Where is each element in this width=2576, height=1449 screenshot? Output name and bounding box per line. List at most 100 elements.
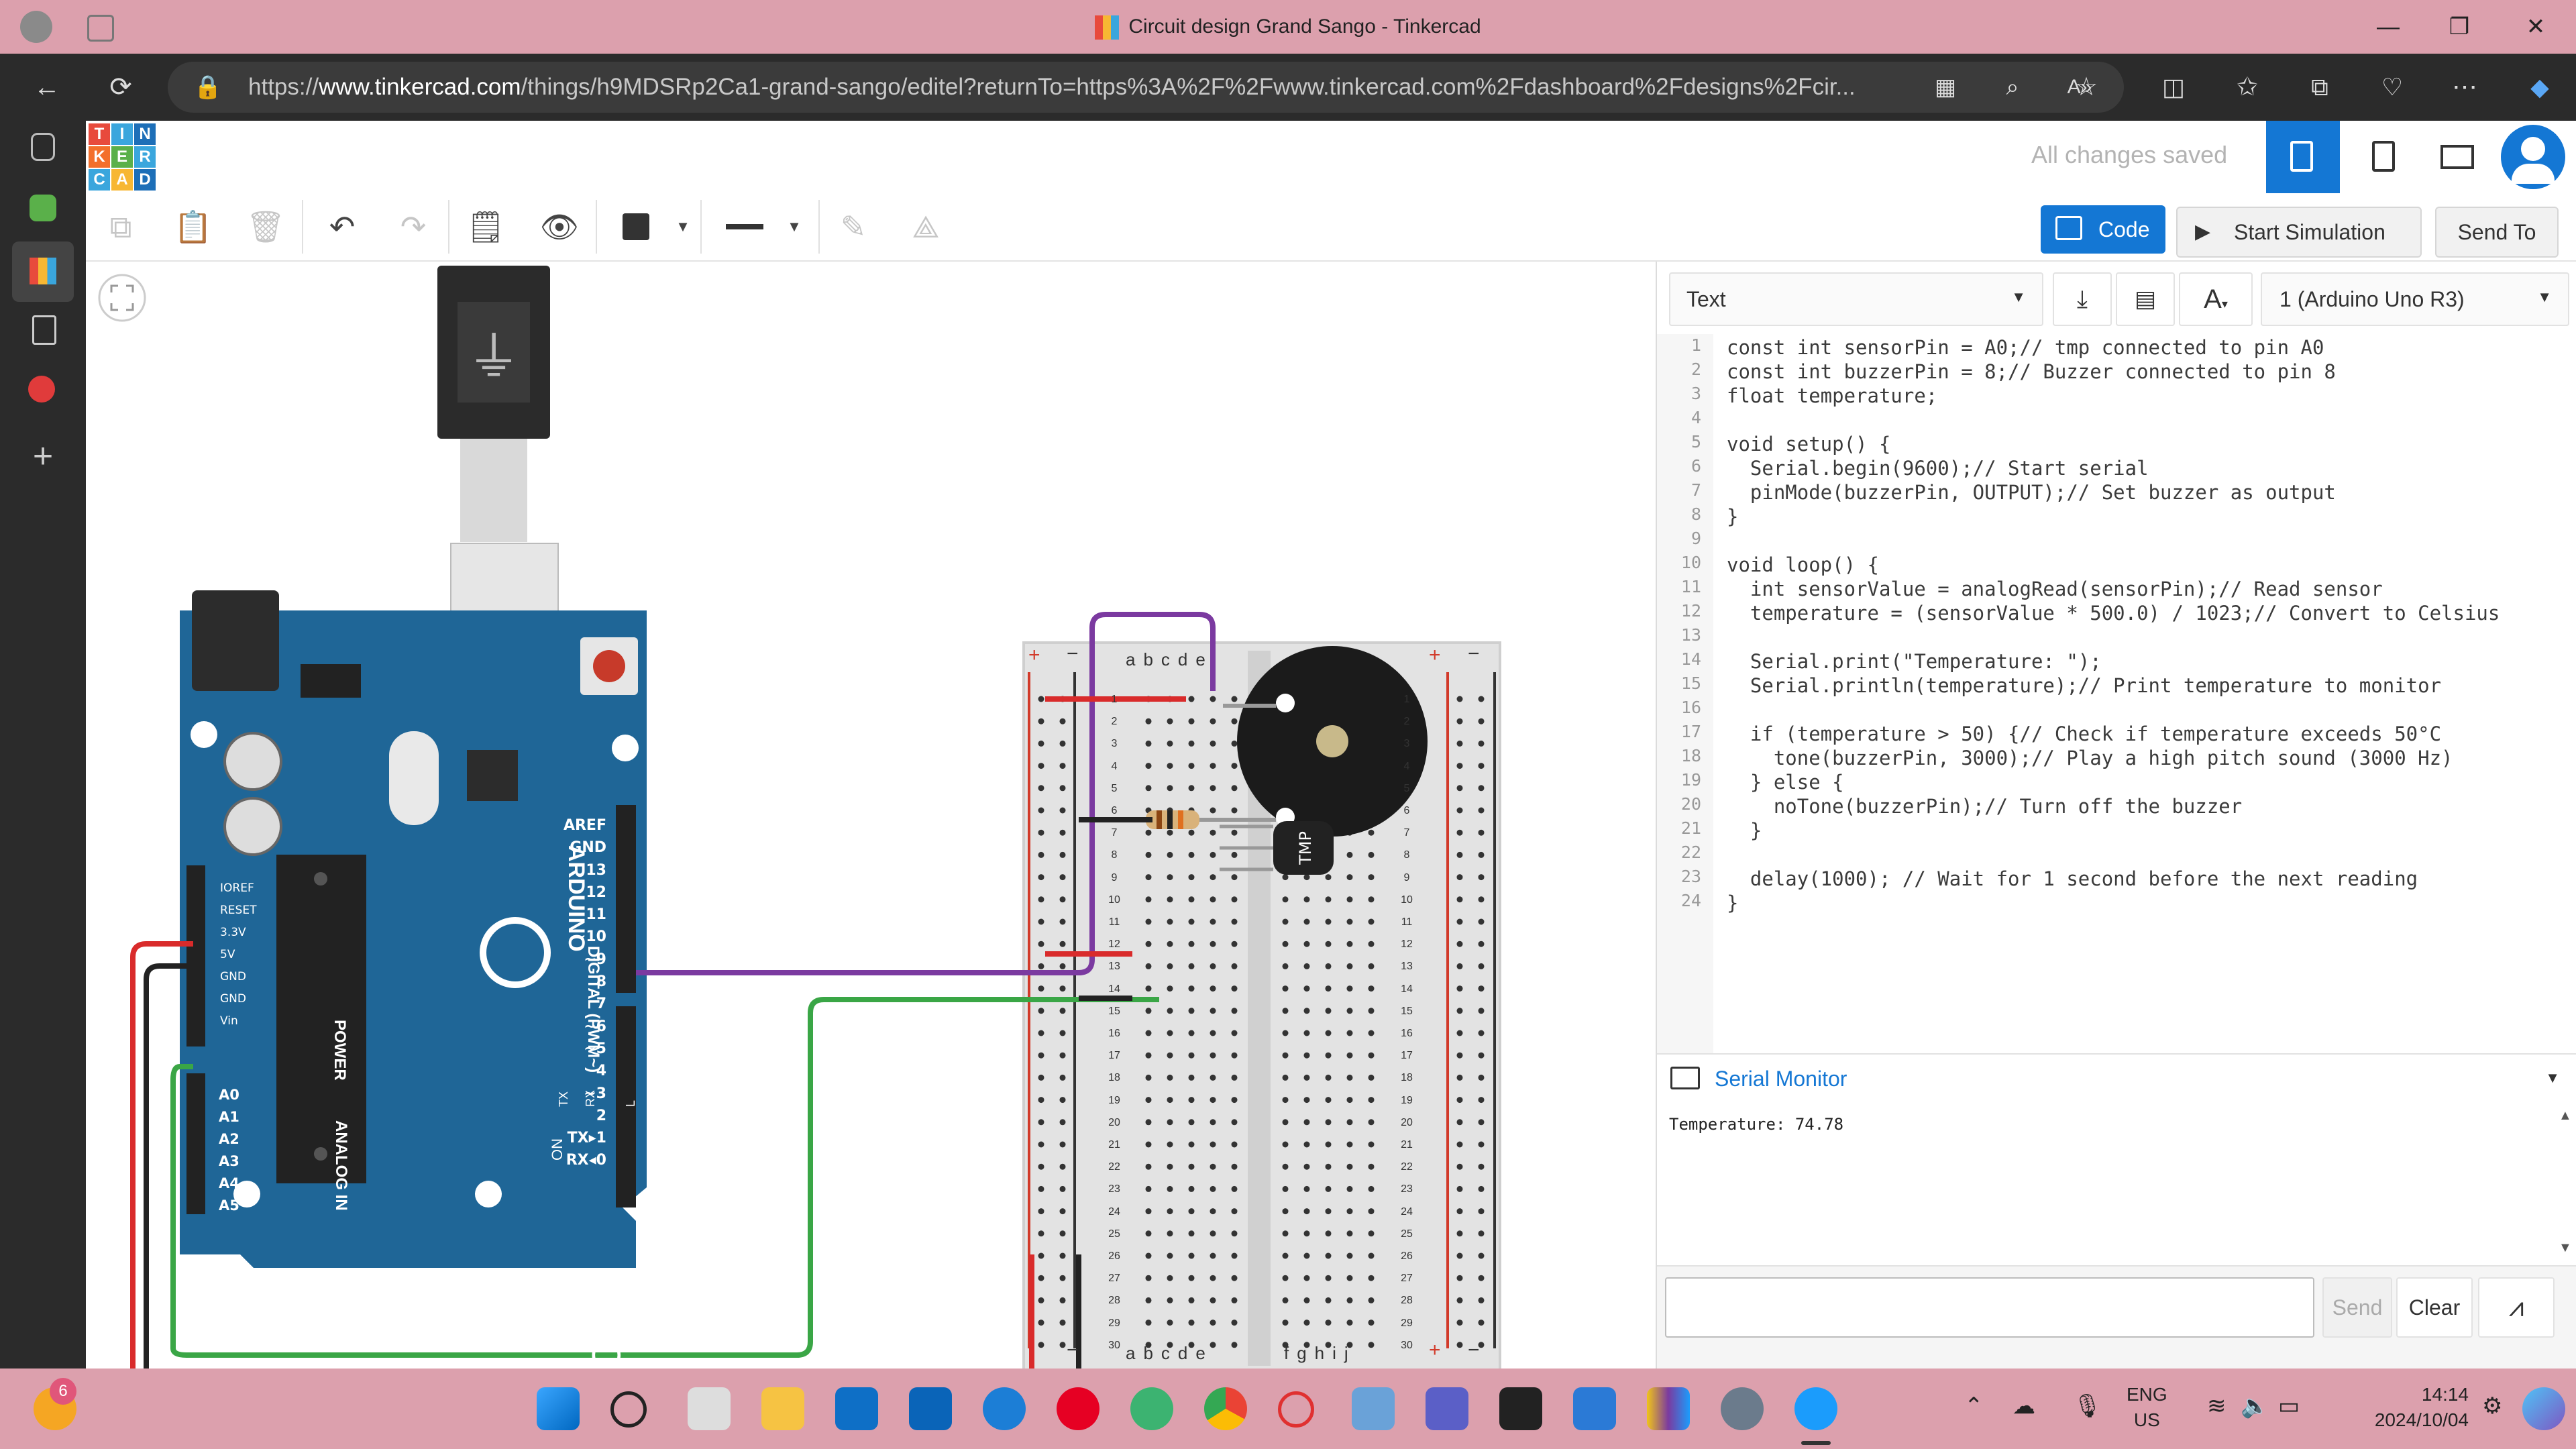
- breadboard-hole[interactable]: [1167, 763, 1173, 769]
- tab-tinkercad-green-icon[interactable]: [30, 195, 56, 221]
- breadboard-hole[interactable]: [1325, 1141, 1332, 1148]
- breadboard-hole[interactable]: [1325, 1097, 1332, 1104]
- breadboard-hole[interactable]: [1167, 1074, 1173, 1081]
- breadboard-hole[interactable]: [1282, 1208, 1289, 1215]
- breadboard-hole[interactable]: [1346, 1185, 1353, 1192]
- breadboard-hole[interactable]: [1167, 896, 1173, 903]
- breadboard-hole[interactable]: [1188, 1185, 1195, 1192]
- breadboard-hole[interactable]: [1188, 985, 1195, 992]
- more-menu-icon[interactable]: ⋯: [2445, 67, 2485, 107]
- color-swatch[interactable]: [623, 213, 649, 240]
- breadboard-hole[interactable]: [1478, 851, 1485, 858]
- tab-tinkercad-active[interactable]: [12, 241, 74, 302]
- breadboard-hole[interactable]: [1325, 1208, 1332, 1215]
- breadboard-hole[interactable]: [1282, 1052, 1289, 1059]
- breadboard-hole[interactable]: [1368, 874, 1375, 881]
- breadboard-hole[interactable]: [1059, 1275, 1066, 1281]
- breadboard-hole[interactable]: [1145, 874, 1152, 881]
- breadboard-hole[interactable]: [1478, 1141, 1485, 1148]
- breadboard-hole[interactable]: [1145, 829, 1152, 836]
- code-line[interactable]: temperature = (sensorValue * 500.0) / 10…: [1727, 601, 2572, 625]
- breadboard-hole[interactable]: [1059, 785, 1066, 792]
- battery-icon[interactable]: ▭: [2278, 1393, 2300, 1419]
- refresh-icon[interactable]: ⟳: [101, 67, 141, 107]
- breadboard-hole[interactable]: [1478, 1252, 1485, 1259]
- breadboard-hole[interactable]: [1231, 740, 1238, 747]
- breadboard-hole[interactable]: [1456, 1008, 1463, 1014]
- start-simulation-button[interactable]: ▶ Start Simulation: [2176, 207, 2422, 258]
- breadboard-hole[interactable]: [1282, 1297, 1289, 1303]
- breadboard-hole[interactable]: [1188, 1097, 1195, 1104]
- code-line[interactable]: const int buzzerPin = 8;// Buzzer connec…: [1727, 360, 2572, 384]
- breadboard-hole[interactable]: [1210, 1297, 1216, 1303]
- breadboard-hole[interactable]: [1456, 718, 1463, 724]
- breadboard-hole[interactable]: [1346, 1208, 1353, 1215]
- breadboard-hole[interactable]: [1231, 785, 1238, 792]
- breadboard-hole[interactable]: [1231, 1230, 1238, 1237]
- breadboard-hole[interactable]: [1038, 1252, 1044, 1259]
- breadboard-hole[interactable]: [1478, 963, 1485, 969]
- breadboard-hole[interactable]: [1038, 963, 1044, 969]
- breadboard-hole[interactable]: [1478, 1074, 1485, 1081]
- breadboard-hole[interactable]: [1145, 1097, 1152, 1104]
- minimize-button[interactable]: —: [2348, 0, 2428, 54]
- breadboard-hole[interactable]: [1145, 740, 1152, 747]
- code-button[interactable]: Code: [2041, 205, 2165, 254]
- breadboard-hole[interactable]: [1456, 851, 1463, 858]
- breadboard-hole[interactable]: [1145, 1275, 1152, 1281]
- breadboard-hole[interactable]: [1210, 896, 1216, 903]
- breadboard-hole[interactable]: [1368, 1119, 1375, 1126]
- breadboard-hole[interactable]: [1478, 1119, 1485, 1126]
- new-tab-plus-icon[interactable]: +: [23, 436, 63, 476]
- breadboard-hole[interactable]: [1368, 941, 1375, 947]
- settings-icon[interactable]: [1721, 1387, 1764, 1430]
- breadboard-hole[interactable]: [1303, 1252, 1310, 1259]
- breadboard-hole[interactable]: [1210, 740, 1216, 747]
- tinkercad-logo[interactable]: T I N K E R C A D: [89, 123, 156, 191]
- breadboard-hole[interactable]: [1188, 1230, 1195, 1237]
- breadboard-hole[interactable]: [1188, 763, 1195, 769]
- breadboard-hole[interactable]: [1038, 1320, 1044, 1326]
- breadboard-hole[interactable]: [1188, 896, 1195, 903]
- breadboard-hole[interactable]: [1231, 807, 1238, 814]
- breadboard-hole[interactable]: [1346, 985, 1353, 992]
- breadboard-hole[interactable]: [1167, 1275, 1173, 1281]
- breadboard-hole[interactable]: [1368, 1297, 1375, 1303]
- breadboard-hole[interactable]: [1059, 1185, 1066, 1192]
- breadboard-hole[interactable]: [1038, 1052, 1044, 1059]
- breadboard-hole[interactable]: [1346, 1074, 1353, 1081]
- breadboard-hole[interactable]: [1145, 941, 1152, 947]
- component-list-button[interactable]: [2420, 121, 2494, 193]
- close-button[interactable]: ✕: [2496, 0, 2576, 54]
- breadboard-hole[interactable]: [1145, 1185, 1152, 1192]
- breadboard-hole[interactable]: [1456, 941, 1463, 947]
- code-line[interactable]: [1727, 529, 2572, 553]
- breadboard-hole[interactable]: [1368, 896, 1375, 903]
- breadboard-hole[interactable]: [1059, 1230, 1066, 1237]
- breadboard-hole[interactable]: [1282, 1320, 1289, 1326]
- library-icon[interactable]: ▤: [2116, 272, 2175, 326]
- breadboard-hole[interactable]: [1346, 1297, 1353, 1303]
- breadboard-hole[interactable]: [1210, 1052, 1216, 1059]
- breadboard-hole[interactable]: [1456, 1141, 1463, 1148]
- breadboard-hole[interactable]: [1231, 1030, 1238, 1036]
- breadboard-hole[interactable]: [1188, 1275, 1195, 1281]
- breadboard-hole[interactable]: [1346, 1141, 1353, 1148]
- breadboard-hole[interactable]: [1368, 918, 1375, 925]
- breadboard-hole[interactable]: [1325, 1052, 1332, 1059]
- breadboard-hole[interactable]: [1038, 740, 1044, 747]
- user-avatar[interactable]: [2501, 125, 2565, 189]
- code-line[interactable]: noTone(buzzerPin);// Turn off the buzzer: [1727, 794, 2572, 818]
- volume-icon[interactable]: 🔈: [2241, 1393, 2269, 1419]
- breadboard-hole[interactable]: [1145, 1141, 1152, 1148]
- breadboard-hole[interactable]: [1038, 851, 1044, 858]
- breadboard-hole[interactable]: [1303, 896, 1310, 903]
- onedrive-icon[interactable]: ☁: [2012, 1393, 2035, 1419]
- rotate-icon[interactable]: ✎: [832, 205, 875, 248]
- breadboard-hole[interactable]: [1456, 1163, 1463, 1170]
- breadboard-hole[interactable]: [1210, 829, 1216, 836]
- breadboard-hole[interactable]: [1282, 985, 1289, 992]
- breadboard-hole[interactable]: [1231, 1163, 1238, 1170]
- breadboard-hole[interactable]: [1145, 985, 1152, 992]
- breadboard-hole[interactable]: [1478, 896, 1485, 903]
